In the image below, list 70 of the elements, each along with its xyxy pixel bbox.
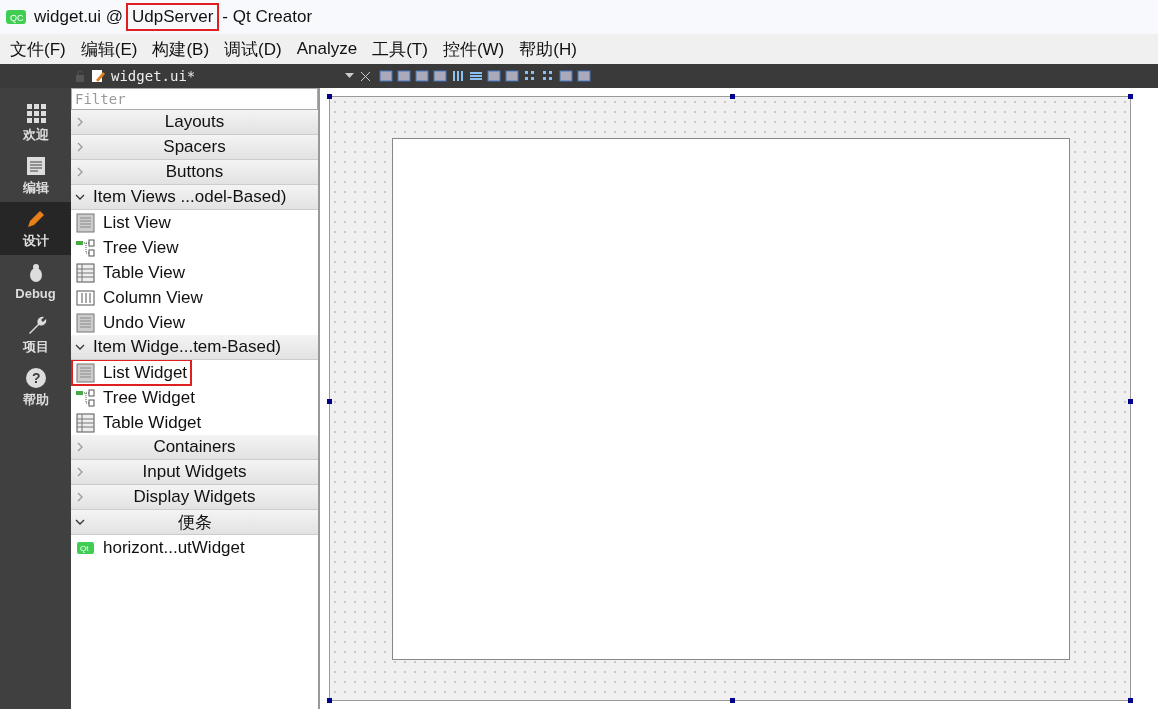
menu-item[interactable]: Analyze xyxy=(286,39,363,59)
resize-handle[interactable] xyxy=(327,398,332,404)
mode-button[interactable]: 欢迎 xyxy=(0,96,71,149)
close-icon[interactable] xyxy=(360,70,371,82)
tree-icon xyxy=(75,387,97,408)
resize-handle[interactable] xyxy=(327,94,332,99)
widget-item[interactable]: Table View xyxy=(73,261,188,284)
chevron-right-icon xyxy=(75,167,85,177)
widget-item[interactable]: List Widget xyxy=(73,361,191,384)
list-icon xyxy=(75,212,97,233)
menu-item[interactable]: 编辑(E) xyxy=(70,37,143,61)
resize-handle[interactable] xyxy=(1128,94,1133,99)
list-icon xyxy=(75,362,97,383)
window-title: widget.ui @ xyxy=(34,7,124,27)
table-icon xyxy=(75,262,97,283)
chevron-down-icon xyxy=(75,517,85,527)
resize-handle[interactable] xyxy=(327,698,332,703)
widget-item[interactable]: Tree Widget xyxy=(73,386,198,409)
menu-item[interactable]: 帮助(H) xyxy=(509,37,582,61)
chevron-right-icon xyxy=(75,492,85,502)
app-logo-icon: QC xyxy=(6,10,26,24)
category-header[interactable]: Spacers xyxy=(71,135,318,160)
mode-button[interactable]: 编辑 xyxy=(0,149,71,202)
menu-item[interactable]: 调试(D) xyxy=(214,37,287,61)
pencil-icon xyxy=(91,69,105,83)
category-header[interactable]: Layouts xyxy=(71,110,318,135)
chevron-down-icon xyxy=(75,192,85,202)
chevron-right-icon xyxy=(75,117,85,127)
columns-icon[interactable] xyxy=(451,69,465,83)
mode-button[interactable]: 设计 xyxy=(0,202,71,255)
category-header[interactable]: Input Widgets xyxy=(71,460,318,485)
category-header[interactable]: 便条 xyxy=(71,510,318,535)
category-header[interactable]: Display Widgets xyxy=(71,485,318,510)
menu-item[interactable]: 构建(B) xyxy=(142,37,215,61)
widget-item[interactable]: Tree View xyxy=(73,236,182,259)
resize-handle[interactable] xyxy=(1128,398,1133,404)
list-icon xyxy=(75,312,97,333)
category-header[interactable]: Item Views ...odel-Based) xyxy=(71,185,318,210)
mode-button[interactable]: 项目 xyxy=(0,308,71,361)
window-title: UdpServer xyxy=(128,5,218,29)
rows-icon[interactable] xyxy=(469,69,483,83)
mode-button[interactable]: Debug xyxy=(0,255,71,308)
resize-handle[interactable] xyxy=(1128,698,1133,703)
dropdown-icon[interactable] xyxy=(345,73,354,79)
tree-icon xyxy=(75,237,97,258)
filter-field[interactable]: Filter xyxy=(71,88,318,110)
window-title: - Qt Creator xyxy=(222,7,313,27)
chevron-right-icon xyxy=(75,142,85,152)
widget-item[interactable]: Table Widget xyxy=(73,411,205,434)
columns-icon xyxy=(75,287,97,308)
category-header[interactable]: Item Widge...tem-Based) xyxy=(71,335,318,360)
widget-item[interactable]: Undo View xyxy=(73,311,188,334)
resize-handle[interactable] xyxy=(730,94,735,99)
help-icon: ? xyxy=(24,366,47,389)
category-header[interactable]: Buttons xyxy=(71,160,318,185)
widget-item[interactable]: Column View xyxy=(73,286,206,309)
widget-item[interactable]: List View xyxy=(73,211,174,234)
menu-item[interactable]: 文件(F) xyxy=(0,37,71,61)
resize-handle[interactable] xyxy=(730,698,735,703)
chevron-right-icon xyxy=(75,442,85,452)
menu-item[interactable]: 控件(W) xyxy=(432,37,510,61)
menu-item[interactable]: 工具(T) xyxy=(362,37,433,61)
chevron-right-icon xyxy=(75,467,85,477)
widget-item[interactable]: Qt horizont...utWidget xyxy=(73,536,248,559)
mode-button[interactable]: ? 帮助 xyxy=(0,361,71,414)
table-icon xyxy=(75,412,97,433)
file-name[interactable]: widget.ui* xyxy=(111,68,339,84)
chevron-down-icon xyxy=(75,342,85,352)
document-icon xyxy=(24,154,47,177)
category-header[interactable]: Containers xyxy=(71,435,318,460)
